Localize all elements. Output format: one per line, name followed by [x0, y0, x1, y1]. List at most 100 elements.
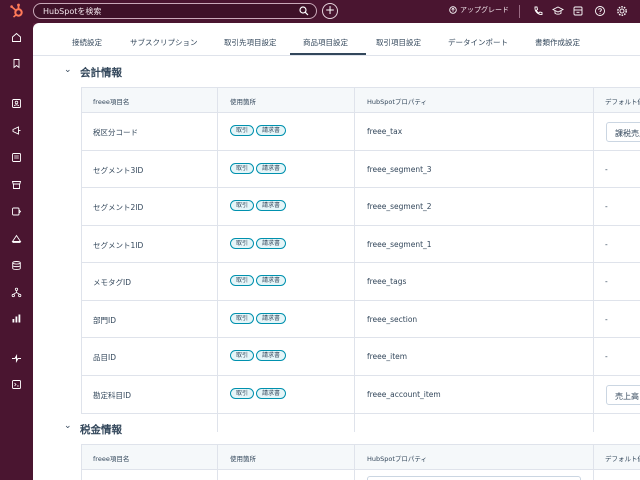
hubspot-property: freee_section [367, 314, 418, 324]
column-header: 使用箇所 [230, 455, 256, 463]
table-row: セグメント1ID 取引 請求書 freee_segment_1 - [82, 226, 640, 263]
marketplace-icon[interactable] [572, 5, 584, 17]
tab-subscription[interactable]: サブスクリプション [130, 37, 198, 48]
upgrade-link[interactable]: アップグレード [449, 5, 509, 15]
default-value: - [605, 239, 608, 249]
automation-icon[interactable] [11, 233, 22, 244]
table-header: freee項目名 使用箇所 HubSpotプロパティ デフォルト値 [82, 445, 640, 470]
usage-tag: 取引 [230, 350, 255, 361]
hubspot-property: freee_segment_2 [367, 202, 432, 211]
usage-tag: 取引 [230, 162, 255, 174]
topbar-divider [519, 5, 520, 18]
hubspot-property: freee_segment_1 [367, 239, 432, 249]
tab-company-fields[interactable]: 取引先項目設定 [224, 37, 277, 48]
usage-tag: 請求書 [256, 387, 287, 399]
field-name: 部門ID [93, 315, 116, 325]
create-button[interactable]: + [322, 3, 338, 19]
default-value-select[interactable]: 売上高 [606, 384, 640, 405]
usage-tag: 請求書 [256, 237, 287, 249]
usage-tag: 取引 [230, 387, 255, 399]
field-name: 税区分コード [93, 128, 138, 137]
column-header: freee項目名 [93, 455, 130, 463]
usage-tag: 取引 [230, 200, 255, 211]
usage-tag: 請求書 [256, 200, 287, 211]
usage-tag: 請求書 [256, 125, 287, 136]
table-row: 勘定科目ID 取引 請求書 freee_account_item 売上高 [82, 376, 640, 414]
field-name: セグメント3ID [93, 165, 144, 175]
column-header: freee項目名 [93, 98, 130, 106]
table-row: 部門ID 取引 請求書 freee_section - [82, 301, 640, 338]
usage-tag: 取引 [230, 125, 255, 136]
usage-tag: 取引 [230, 237, 255, 249]
search-placeholder: HubSpotを検索 [43, 7, 102, 16]
default-value: - [605, 277, 608, 286]
service-icon[interactable] [11, 206, 22, 217]
tab-connection-settings[interactable]: 接続設定 [72, 37, 102, 48]
default-value: - [605, 164, 608, 174]
plus-icon: + [324, 3, 336, 17]
settings-gear-icon[interactable] [616, 5, 628, 17]
help-icon[interactable] [594, 5, 606, 17]
column-divider [354, 88, 355, 432]
tab-product-fields[interactable]: 商品項目設定 [303, 37, 348, 48]
search-icon[interactable] [299, 6, 309, 16]
column-header: デフォルト値 [605, 455, 640, 463]
tab-data-import[interactable]: データインポート [448, 37, 508, 48]
contacts-icon[interactable] [11, 98, 22, 109]
hubspot-property: freee_segment_3 [367, 164, 432, 174]
hubspot-logo-icon[interactable] [9, 3, 25, 19]
connected-apps-icon[interactable] [11, 353, 22, 364]
default-value: 課税売上 [615, 129, 640, 138]
usage-tag: 請求書 [256, 162, 287, 174]
search-input[interactable]: HubSpotを検索 [33, 3, 317, 19]
section-title-accounting: 会計情報 [80, 67, 122, 79]
default-value-select[interactable]: 課税売上 [606, 122, 640, 142]
field-name: セグメント1ID [93, 240, 144, 250]
usage-tag: 請求書 [256, 275, 287, 286]
property-select[interactable] [367, 476, 581, 480]
academy-icon[interactable] [552, 5, 564, 17]
tab-document-settings[interactable]: 書類作成設定 [535, 37, 580, 48]
tax-table: freee項目名 使用箇所 HubSpotプロパティ デフォルト値 [81, 444, 640, 480]
column-divider [354, 445, 355, 480]
default-value: 売上高 [615, 391, 639, 401]
active-tab-indicator [290, 53, 366, 55]
tab-deal-fields[interactable]: 取引項目設定 [376, 37, 421, 48]
hubspot-property: freee_tags [367, 277, 407, 286]
usage-tag: 請求書 [256, 312, 287, 324]
table-row: セグメント2ID 取引 請求書 freee_segment_2 - [82, 188, 640, 226]
app-window-icon[interactable] [11, 379, 22, 390]
data-management-icon[interactable] [11, 260, 22, 271]
left-navigation [0, 23, 33, 480]
commerce-icon[interactable] [11, 179, 22, 190]
table-row: 税区分コード 取引請求書 freee_tax 課税売上 [82, 113, 640, 151]
hubspot-property: freee_item [367, 352, 408, 361]
marketing-icon[interactable] [11, 125, 22, 136]
table-row: セグメント3ID 取引 請求書 freee_segment_3 - [82, 151, 640, 188]
column-divider [217, 445, 218, 480]
column-divider [593, 445, 594, 480]
column-divider [593, 88, 594, 432]
default-value: - [605, 314, 608, 324]
chevron-down-icon[interactable]: ⌄ [64, 65, 72, 75]
default-value: - [605, 352, 608, 361]
main-panel: 接続設定 サブスクリプション 取引先項目設定 商品項目設定 取引項目設定 データ… [33, 23, 640, 480]
hubspot-property: freee_tax [367, 127, 403, 136]
column-divider [217, 88, 218, 432]
reporting-icon[interactable] [11, 313, 22, 324]
bookmark-icon[interactable] [11, 58, 22, 69]
workflows-icon[interactable] [11, 287, 22, 298]
column-header: デフォルト値 [605, 98, 640, 106]
column-header: 使用箇所 [230, 98, 256, 106]
content-icon[interactable] [11, 152, 22, 163]
field-name: メモタグID [93, 278, 131, 287]
settings-tabs: 接続設定 サブスクリプション 取引先項目設定 商品項目設定 取引項目設定 データ… [33, 23, 640, 56]
column-header: HubSpotプロパティ [367, 455, 428, 463]
usage-tag: 取引 [230, 312, 255, 324]
phone-icon[interactable] [532, 5, 544, 17]
field-name: セグメント2ID [93, 203, 144, 212]
chevron-down-icon[interactable]: ⌄ [64, 421, 72, 431]
field-name: 勘定科目ID [93, 390, 131, 400]
home-icon[interactable] [11, 32, 22, 43]
usage-tag: 取引 [230, 275, 255, 286]
